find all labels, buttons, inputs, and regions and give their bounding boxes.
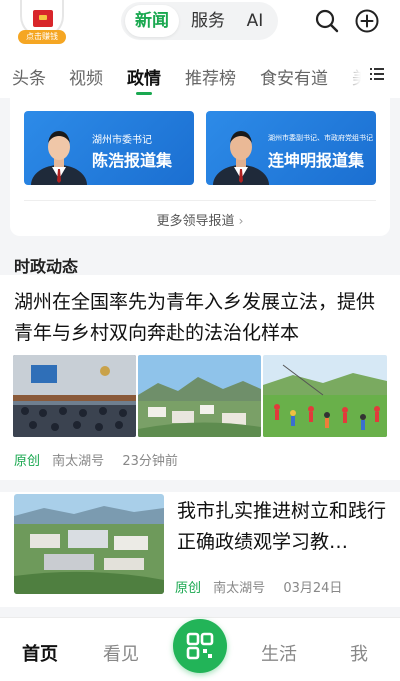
original-tag: 原创 <box>14 454 41 469</box>
earn-badge[interactable]: 点击赚钱 <box>18 30 66 44</box>
category-tabs: 头条 视频 政情 推荐榜 食安有道 美 <box>0 50 400 98</box>
leader-banner-1[interactable]: 湖州市委书记 陈浩报道集 <box>24 111 194 185</box>
article-meta: 原创 南太湖号 23分钟前 <box>14 450 178 469</box>
nav-life[interactable]: 生活 <box>261 640 297 666</box>
town-landscape-photo[interactable] <box>138 355 261 437</box>
segment-service[interactable]: 服务 <box>183 5 233 37</box>
nav-home[interactable]: 首页 <box>22 640 58 666</box>
plus-circle-icon[interactable] <box>354 8 380 34</box>
red-flag-icon <box>33 10 53 27</box>
aerial-town-photo[interactable] <box>14 494 164 594</box>
article-title[interactable]: 湖州在全国率先为青年入乡发展立法，提供青年与乡村双向奔赴的法治化样本 <box>14 287 388 349</box>
scan-button[interactable] <box>173 619 227 673</box>
tab-headlines[interactable]: 头条 <box>12 64 46 89</box>
feed-divider <box>0 607 400 617</box>
article-title[interactable]: 我市扎实推进树立和践行正确政绩观学习教… <box>177 496 387 558</box>
search-icon[interactable] <box>314 8 340 34</box>
article-card-2[interactable]: 我市扎实推进树立和践行正确政绩观学习教… 原创 南太湖号 03月24日 <box>0 492 400 607</box>
section-header: 时政动态 <box>0 243 400 276</box>
youth-event-photo[interactable] <box>263 355 387 437</box>
portrait-icon <box>31 131 87 185</box>
portrait-icon <box>213 131 269 185</box>
article-card-1[interactable]: 湖州在全国率先为青年入乡发展立法，提供青年与乡村双向奔赴的法治化样本 原创 南太… <box>0 275 400 480</box>
segment-news[interactable]: 新闻 <box>125 5 179 37</box>
leader-title: 连坤明报道集 <box>268 151 365 170</box>
tab-food-safety[interactable]: 食安有道 <box>260 64 328 89</box>
nav-discover[interactable]: 看见 <box>103 640 139 666</box>
top-bar: 点击赚钱 新闻 服务 AI <box>0 0 400 50</box>
tab-ranking[interactable]: 推荐榜 <box>185 64 236 89</box>
earn-entry[interactable]: 点击赚钱 <box>18 0 66 46</box>
leader-subtitle: 湖州市委书记 <box>92 135 152 146</box>
bottom-nav: 首页 看见 生活 我 <box>0 617 400 681</box>
leaders-card: 湖州市委书记 陈浩报道集 湖州市委副书记、市政府党组书记 连坤明报道集 更多领导… <box>10 98 390 236</box>
tabs-fade <box>340 50 370 98</box>
feed-divider <box>0 480 400 492</box>
chevron-right-icon: › <box>238 214 244 228</box>
article-meta: 原创 南太湖号 03月24日 <box>175 577 342 596</box>
section-title: 时政动态 <box>14 257 79 276</box>
article-time: 23分钟前 <box>122 454 178 469</box>
more-leaders-link[interactable]: 更多领导报道 › <box>10 210 390 229</box>
article-source: 南太湖号 <box>52 454 105 469</box>
divider <box>24 200 376 201</box>
leader-subtitle: 湖州市委副书记、市政府党组书记 <box>268 134 373 142</box>
tab-politics[interactable]: 政情 <box>127 64 161 89</box>
meeting-photo[interactable] <box>13 355 136 437</box>
active-tab-indicator <box>136 92 152 95</box>
scan-icon <box>186 632 214 660</box>
channel-switcher: 新闻 服务 AI <box>121 2 278 40</box>
leader-banner-2[interactable]: 湖州市委副书记、市政府党组书记 连坤明报道集 <box>206 111 376 185</box>
article-source: 南太湖号 <box>213 581 266 596</box>
leader-title: 陈浩报道集 <box>92 151 173 170</box>
article-time: 03月24日 <box>283 581 343 596</box>
more-leaders-label: 更多领导报道 <box>156 214 235 229</box>
segment-ai[interactable]: AI <box>237 5 273 37</box>
tab-video[interactable]: 视频 <box>69 64 103 89</box>
nav-me[interactable]: 我 <box>350 640 368 666</box>
menu-icon[interactable] <box>370 67 384 81</box>
original-tag: 原创 <box>175 581 202 596</box>
